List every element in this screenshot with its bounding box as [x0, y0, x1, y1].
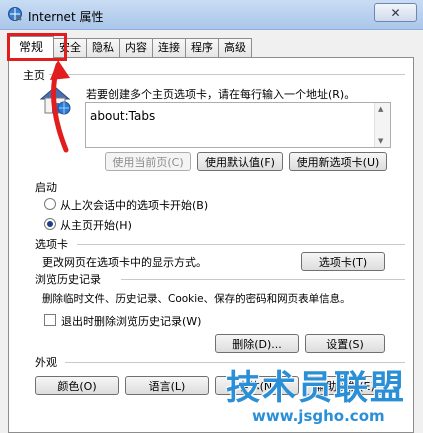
scroll-down-icon[interactable]: ▼	[378, 137, 383, 145]
history-section-title: 浏览历史记录	[35, 271, 105, 287]
startup-section-title: 启动	[35, 179, 61, 195]
homepage-divider	[49, 74, 405, 75]
delete-history-button[interactable]: 删除(D)...	[215, 334, 299, 353]
colors-button[interactable]: 颜色(O)	[35, 376, 119, 395]
tabs-section-title: 选项卡	[35, 236, 72, 252]
delete-on-exit-label: 退出时删除浏览历史记录(W)	[61, 315, 202, 328]
watermark: 技术员联盟 www.jsgho.com	[226, 360, 406, 425]
history-description: 删除临时文件、历史记录、Cookie、保存的密码和网页表单信息。	[42, 293, 351, 305]
radio-last-session[interactable]	[44, 198, 56, 210]
tab-security[interactable]: 安全	[53, 38, 88, 58]
tab-connections[interactable]: 连接	[152, 38, 187, 58]
use-default-button[interactable]: 使用默认值(F)	[197, 152, 283, 171]
history-divider	[121, 279, 405, 280]
homepage-url-textarea[interactable]: about:Tabs ▲ ▼	[85, 102, 391, 148]
tab-programs[interactable]: 程序	[185, 38, 220, 58]
watermark-title: 技术员联盟	[226, 368, 406, 408]
tab-strip: 常规 安全 隐私 内容 连接 程序 高级	[8, 36, 253, 58]
radio-homepage-label: 从主页开始(H)	[60, 219, 132, 232]
appearance-section-title: 外观	[35, 354, 61, 370]
tabs-description: 更改网页在选项卡中的显示方式。	[42, 256, 207, 269]
internet-options-icon	[8, 7, 22, 21]
window-title: Internet 属性	[28, 10, 104, 24]
delete-on-exit-checkbox[interactable]	[44, 314, 56, 326]
title-bar: Internet 属性 ✕	[0, 0, 423, 30]
close-button[interactable]: ✕	[374, 3, 417, 22]
homepage-url-value: about:Tabs	[90, 109, 156, 123]
tab-advanced[interactable]: 高级	[218, 38, 253, 58]
use-current-button[interactable]: 使用当前页(C)	[105, 152, 191, 171]
tab-content[interactable]: 内容	[119, 38, 154, 58]
watermark-url: www.jsgho.com	[252, 407, 385, 425]
home-icon	[39, 86, 71, 115]
tabs-settings-button[interactable]: 选项卡(T)	[301, 252, 385, 271]
radio-homepage[interactable]	[44, 218, 56, 230]
use-new-tab-button[interactable]: 使用新选项卡(U)	[289, 152, 387, 171]
homepage-description: 若要创建多个主页选项卡，请在每行输入一个地址(R)。	[86, 88, 356, 101]
close-icon: ✕	[390, 5, 401, 20]
tab-general[interactable]: 常规	[8, 36, 55, 58]
history-settings-button[interactable]: 设置(S)	[305, 334, 385, 353]
languages-button[interactable]: 语言(L)	[125, 376, 209, 395]
tabs-divider	[77, 244, 405, 245]
radio-last-session-label: 从上次会话中的选项卡开始(B)	[60, 199, 209, 212]
scroll-up-icon[interactable]: ▲	[378, 105, 383, 113]
tab-privacy[interactable]: 隐私	[86, 38, 121, 58]
homepage-section-title: 主页	[23, 67, 49, 83]
url-scrollbar[interactable]: ▲ ▼	[374, 103, 390, 147]
